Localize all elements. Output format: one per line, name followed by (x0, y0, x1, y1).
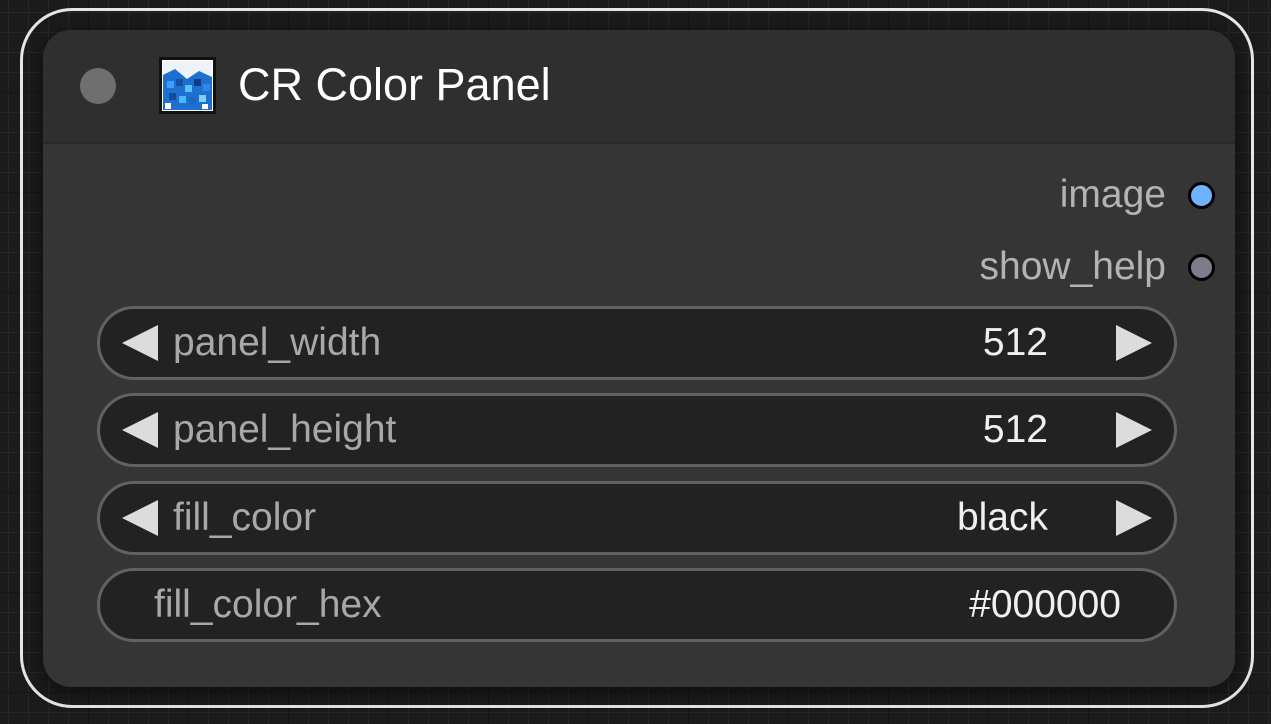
fill-color-hex-value[interactable]: #000000 (969, 571, 1121, 639)
decrement-arrow-icon[interactable] (122, 412, 158, 448)
fill-color-combo[interactable]: fill_color black (97, 481, 1177, 555)
fill-color-value[interactable]: black (957, 484, 1048, 552)
output-socket-show-help[interactable] (1188, 253, 1215, 281)
next-option-arrow-icon[interactable] (1116, 500, 1152, 536)
panel-width-label: panel_width (173, 321, 382, 364)
output-image[interactable]: image (1060, 173, 1215, 217)
previous-option-arrow-icon[interactable] (122, 500, 158, 536)
panel-height-widget[interactable]: panel_height 512 (97, 393, 1177, 467)
panel-width-widget[interactable]: panel_width 512 (97, 306, 1177, 380)
fill-color-label: fill_color (173, 496, 317, 539)
node-header[interactable]: CR Color Panel (43, 30, 1235, 144)
panel-height-value[interactable]: 512 (983, 396, 1048, 464)
output-label-show-help: show_help (979, 245, 1166, 288)
increment-arrow-icon[interactable] (1116, 325, 1152, 361)
color-panel-node-icon (159, 57, 216, 114)
output-show-help[interactable]: show_help (980, 245, 1215, 289)
output-socket-image[interactable] (1188, 181, 1215, 209)
increment-arrow-icon[interactable] (1116, 412, 1152, 448)
panel-height-label: panel_height (173, 408, 397, 451)
panel-width-value[interactable]: 512 (983, 309, 1048, 377)
output-label-image: image (1059, 173, 1166, 216)
node-title: CR Color Panel (238, 59, 551, 110)
cr-color-panel-node[interactable]: CR Color Panel image show_help panel_wid… (43, 30, 1235, 687)
fill-color-hex-label: fill_color_hex (154, 583, 382, 626)
fill-color-hex-field[interactable]: fill_color_hex #000000 (97, 568, 1177, 642)
decrement-arrow-icon[interactable] (122, 325, 158, 361)
collapse-toggle-dot[interactable] (80, 68, 116, 104)
